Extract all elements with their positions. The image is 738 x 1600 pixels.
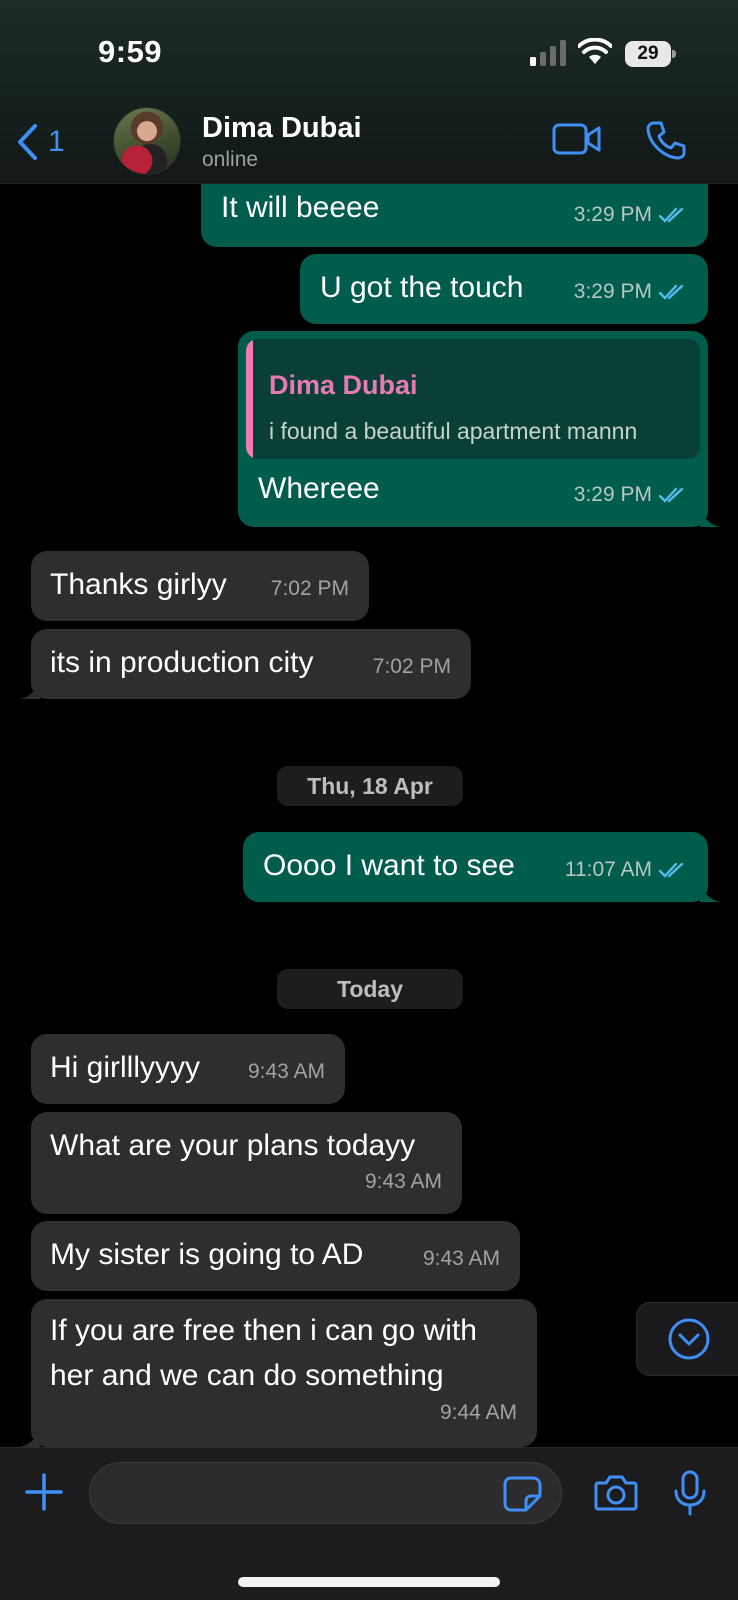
read-ticks-icon xyxy=(658,207,684,223)
unread-count: 1 xyxy=(48,125,65,158)
quote-accent-bar xyxy=(246,339,253,459)
status-bar-time: 9:59 xyxy=(98,34,163,69)
message-text: Whereee xyxy=(258,472,380,505)
message-meta: 9:43 AM xyxy=(248,1050,325,1094)
message-bubble-outgoing-reply[interactable]: Dima Dubai i found a beautiful apartment… xyxy=(238,331,708,527)
message-meta: 9:44 AM xyxy=(440,1391,517,1435)
contact-name[interactable]: Dima Dubai xyxy=(202,112,362,145)
scroll-to-bottom-button[interactable] xyxy=(636,1302,738,1376)
message-text: It will beeee xyxy=(221,191,380,224)
contact-avatar[interactable] xyxy=(113,107,181,175)
plus-icon[interactable] xyxy=(24,1472,64,1512)
wifi-icon xyxy=(578,38,612,64)
message-text: What are your plans todayy xyxy=(50,1129,416,1162)
message-time: 3:29 PM xyxy=(573,280,652,303)
date-separator: Today xyxy=(277,969,463,1009)
bubble-tail xyxy=(20,679,40,699)
message-time: 11:07 AM xyxy=(564,858,652,881)
message-text-line-1: If you are free then i can go with xyxy=(50,1314,477,1347)
battery-indicator: 29 xyxy=(625,41,676,67)
message-time: 9:43 AM xyxy=(422,1247,500,1270)
quote-text: i found a beautiful apartment mannn xyxy=(269,418,638,444)
message-bubble-outgoing[interactable]: Oooo I want to see 11:07 AM xyxy=(243,832,708,902)
message-meta: 3:29 PM xyxy=(574,193,690,237)
date-separator: Thu, 18 Apr xyxy=(277,766,463,806)
message-text: Hi girlllyyyy xyxy=(50,1051,200,1084)
message-meta: 3:29 PM xyxy=(574,473,690,517)
message-text: Thanks girlyy xyxy=(50,568,227,601)
composer-bar xyxy=(0,1447,738,1600)
message-bubble-outgoing[interactable]: U got the touch 3:29 PM xyxy=(300,254,708,324)
message-time: 7:02 PM xyxy=(270,577,349,600)
message-meta: 9:43 AM xyxy=(423,1237,500,1281)
message-time: 3:29 PM xyxy=(573,483,652,506)
message-bubble-incoming[interactable]: Hi girlllyyyy 9:43 AM xyxy=(31,1034,345,1104)
quote-author: Dima Dubai xyxy=(269,370,418,400)
phone-icon[interactable] xyxy=(646,120,686,160)
message-time: 9:44 AM xyxy=(439,1401,517,1424)
contact-status: online xyxy=(202,148,259,171)
battery-level: 29 xyxy=(625,41,671,67)
read-ticks-icon xyxy=(658,862,684,878)
message-meta: 9:43 AM xyxy=(365,1160,442,1204)
message-time: 9:43 AM xyxy=(247,1060,325,1083)
back-button[interactable]: 1 xyxy=(16,120,76,164)
quoted-message[interactable]: Dima Dubai i found a beautiful apartment… xyxy=(246,339,700,459)
message-text: My sister is going to AD xyxy=(50,1238,364,1271)
chevron-left-icon xyxy=(18,124,37,160)
message-text-line-2: her and we can do something xyxy=(50,1359,444,1392)
microphone-icon[interactable] xyxy=(673,1470,707,1516)
message-bubble-incoming[interactable]: My sister is going to AD 9:43 AM xyxy=(31,1221,520,1291)
message-meta: 7:02 PM xyxy=(373,645,451,689)
chevron-down-circle-icon xyxy=(668,1318,710,1360)
message-text: Oooo I want to see xyxy=(263,849,515,882)
message-meta: 3:29 PM xyxy=(574,270,690,314)
message-time: 9:43 AM xyxy=(364,1170,442,1193)
cellular-signal-icon xyxy=(530,40,566,66)
message-text: U got the touch xyxy=(320,271,524,304)
bubble-tail xyxy=(700,882,720,902)
message-time: 3:29 PM xyxy=(573,203,652,226)
message-bubble-incoming[interactable]: its in production city 7:02 PM xyxy=(31,629,471,699)
message-meta: 7:02 PM xyxy=(271,567,349,611)
message-bubble-incoming[interactable]: If you are free then i can go with her a… xyxy=(31,1299,537,1447)
bubble-tail xyxy=(20,1427,40,1447)
read-ticks-icon xyxy=(658,284,684,300)
chat-screen: It will beeee 3:29 PM U got the touch 3:… xyxy=(0,0,738,1600)
home-indicator[interactable] xyxy=(238,1577,500,1587)
read-ticks-icon xyxy=(658,487,684,503)
camera-icon[interactable] xyxy=(594,1474,638,1512)
message-text: its in production city xyxy=(50,646,314,679)
video-camera-icon[interactable] xyxy=(552,122,602,156)
message-bubble-incoming[interactable]: What are your plans todayy 9:43 AM xyxy=(31,1112,462,1214)
message-meta: 11:07 AM xyxy=(565,848,690,892)
bubble-tail xyxy=(700,507,720,527)
battery-tip xyxy=(672,50,676,58)
message-time: 7:02 PM xyxy=(372,655,451,678)
sticker-icon[interactable] xyxy=(503,1476,543,1512)
chat-header: 9:59 29 1 Dima Dubai online xyxy=(0,0,738,184)
message-bubble-incoming[interactable]: Thanks girlyy 7:02 PM xyxy=(31,551,369,621)
message-input[interactable] xyxy=(89,1462,562,1524)
